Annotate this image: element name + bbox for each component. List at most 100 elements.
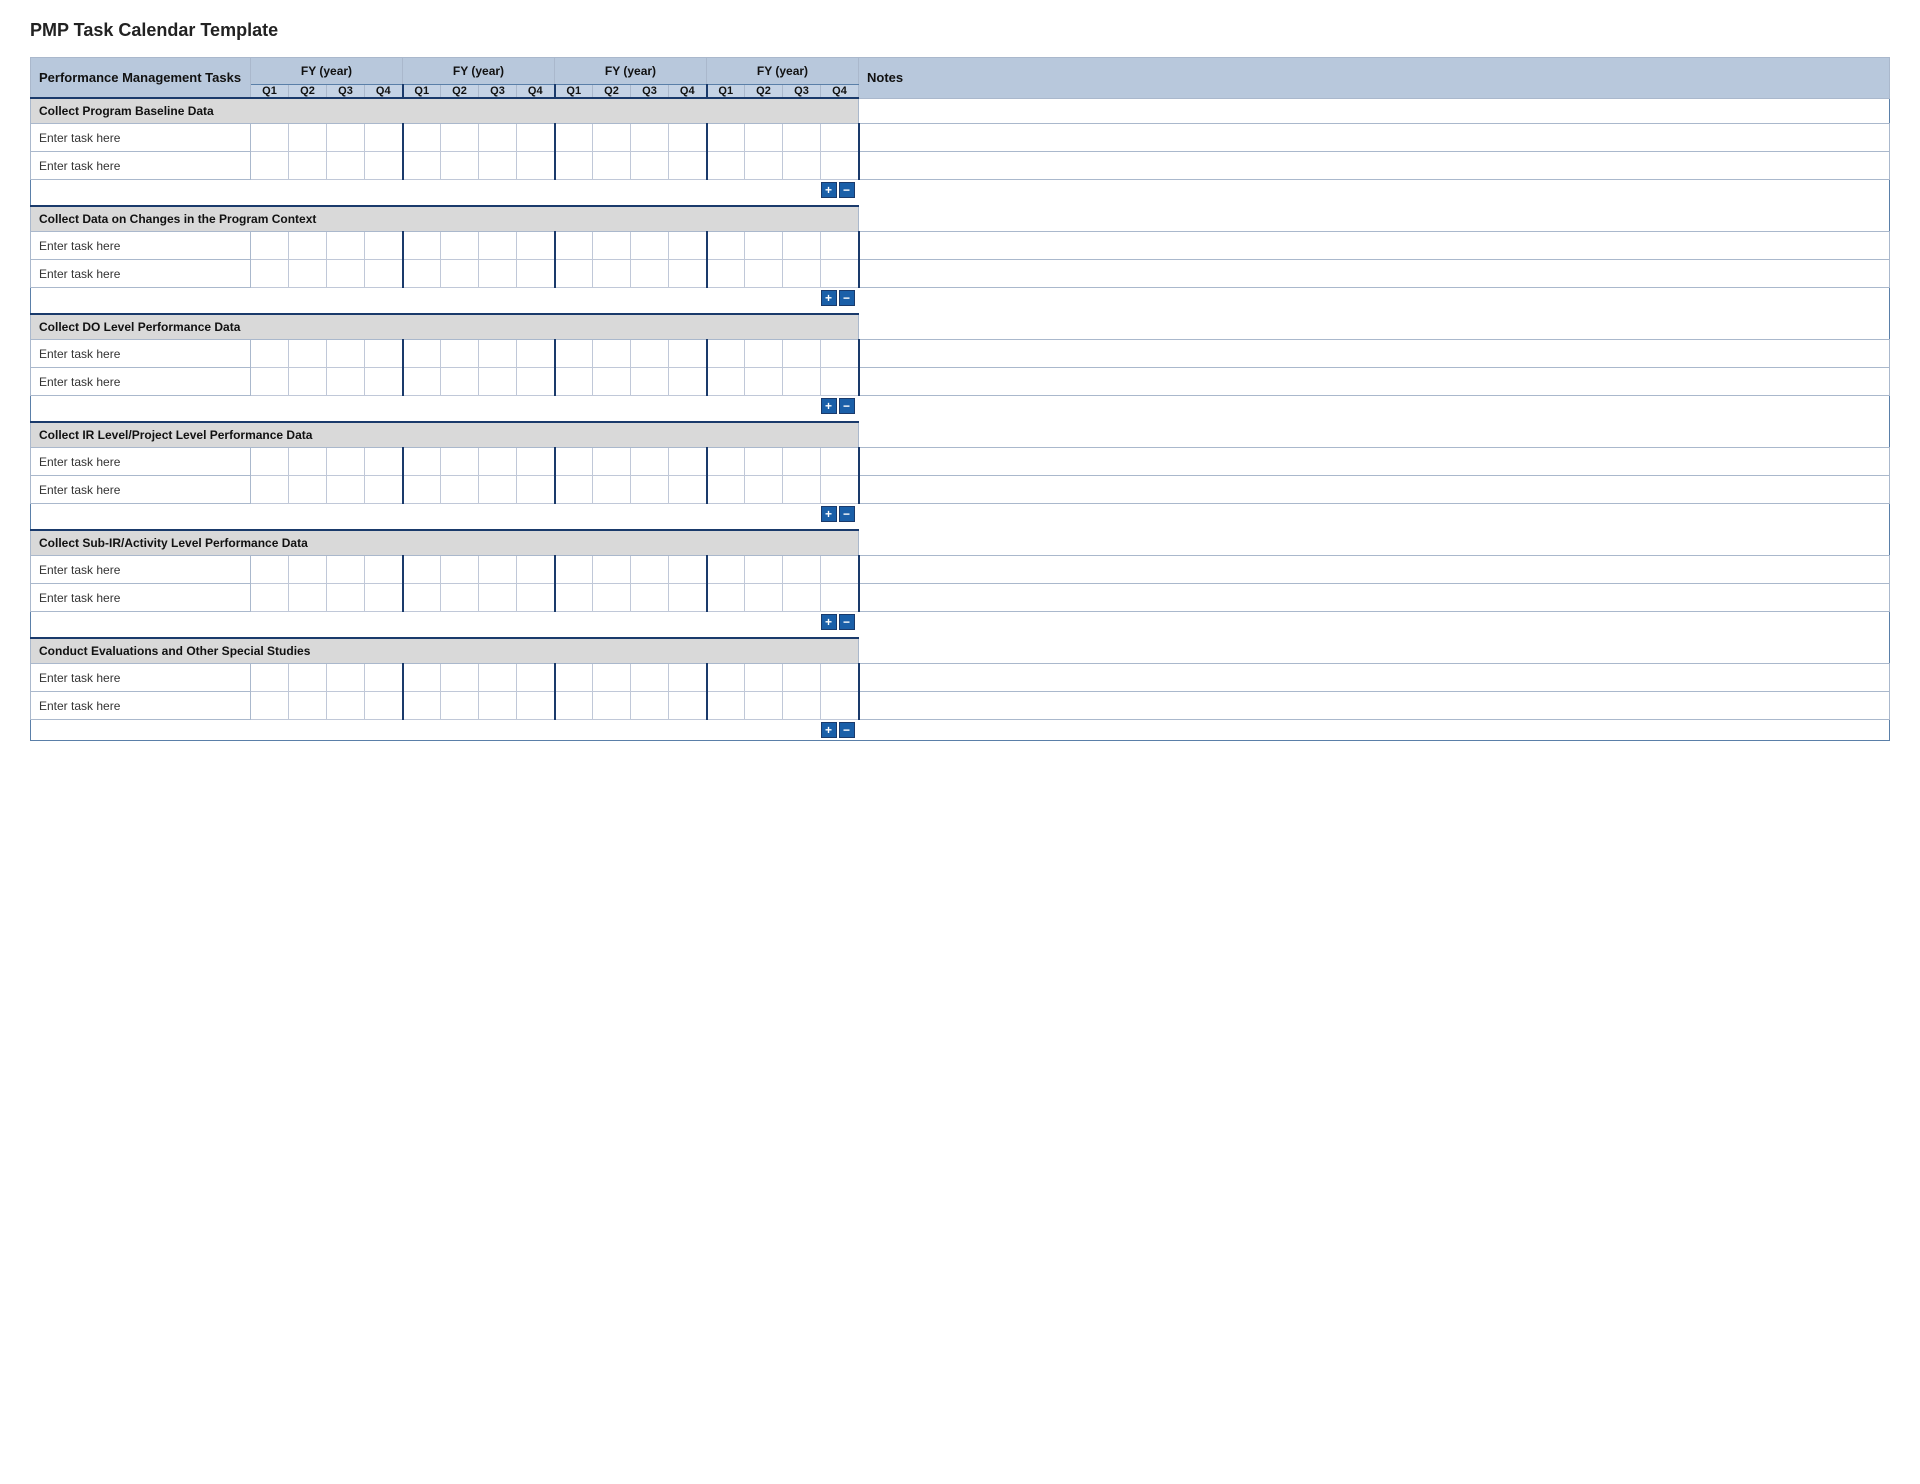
fy2-q2-cell[interactable] bbox=[441, 556, 479, 584]
fy1-q3-cell[interactable] bbox=[327, 124, 365, 152]
fy4-q1-cell[interactable] bbox=[707, 692, 745, 720]
fy2-q1-cell[interactable] bbox=[403, 556, 441, 584]
fy3-q1-cell[interactable] bbox=[555, 664, 593, 692]
task-label[interactable]: Enter task here bbox=[31, 368, 251, 396]
notes-cell[interactable] bbox=[859, 692, 1890, 720]
fy1-q3-cell[interactable] bbox=[327, 340, 365, 368]
fy3-q3-cell[interactable] bbox=[631, 368, 669, 396]
fy2-q4-cell[interactable] bbox=[517, 124, 555, 152]
fy1-q3-cell[interactable] bbox=[327, 260, 365, 288]
fy3-q3-cell[interactable] bbox=[631, 124, 669, 152]
fy4-q2-cell[interactable] bbox=[745, 448, 783, 476]
fy2-q3-cell[interactable] bbox=[479, 692, 517, 720]
fy3-q4-cell[interactable] bbox=[669, 476, 707, 504]
fy4-q3-cell[interactable] bbox=[783, 124, 821, 152]
fy4-q2-cell[interactable] bbox=[745, 260, 783, 288]
fy2-q3-cell[interactable] bbox=[479, 232, 517, 260]
fy4-q4-cell[interactable] bbox=[821, 556, 859, 584]
fy1-q1-cell[interactable] bbox=[251, 584, 289, 612]
fy2-q1-cell[interactable] bbox=[403, 664, 441, 692]
notes-cell[interactable] bbox=[859, 124, 1890, 152]
fy4-q2-cell[interactable] bbox=[745, 152, 783, 180]
fy1-q3-cell[interactable] bbox=[327, 584, 365, 612]
fy4-q2-cell[interactable] bbox=[745, 692, 783, 720]
fy3-q4-cell[interactable] bbox=[669, 368, 707, 396]
fy4-q1-cell[interactable] bbox=[707, 584, 745, 612]
fy4-q1-cell[interactable] bbox=[707, 556, 745, 584]
notes-cell[interactable] bbox=[859, 584, 1890, 612]
fy3-q1-cell[interactable] bbox=[555, 476, 593, 504]
fy2-q1-cell[interactable] bbox=[403, 340, 441, 368]
fy1-q4-cell[interactable] bbox=[365, 124, 403, 152]
fy3-q1-cell[interactable] bbox=[555, 340, 593, 368]
fy3-q3-cell[interactable] bbox=[631, 260, 669, 288]
fy4-q4-cell[interactable] bbox=[821, 476, 859, 504]
fy1-q4-cell[interactable] bbox=[365, 448, 403, 476]
fy3-q4-cell[interactable] bbox=[669, 584, 707, 612]
fy4-q2-cell[interactable] bbox=[745, 476, 783, 504]
fy1-q1-cell[interactable] bbox=[251, 232, 289, 260]
fy2-q3-cell[interactable] bbox=[479, 124, 517, 152]
fy3-q1-cell[interactable] bbox=[555, 232, 593, 260]
fy2-q1-cell[interactable] bbox=[403, 368, 441, 396]
fy1-q3-cell[interactable] bbox=[327, 152, 365, 180]
fy2-q2-cell[interactable] bbox=[441, 124, 479, 152]
fy1-q2-cell[interactable] bbox=[289, 584, 327, 612]
fy1-q3-cell[interactable] bbox=[327, 476, 365, 504]
task-label[interactable]: Enter task here bbox=[31, 476, 251, 504]
fy2-q3-cell[interactable] bbox=[479, 476, 517, 504]
fy3-q1-cell[interactable] bbox=[555, 260, 593, 288]
fy3-q2-cell[interactable] bbox=[593, 260, 631, 288]
fy2-q4-cell[interactable] bbox=[517, 692, 555, 720]
fy2-q3-cell[interactable] bbox=[479, 584, 517, 612]
fy1-q1-cell[interactable] bbox=[251, 476, 289, 504]
fy1-q4-cell[interactable] bbox=[365, 260, 403, 288]
task-label[interactable]: Enter task here bbox=[31, 556, 251, 584]
remove-row-button[interactable]: − bbox=[839, 614, 855, 630]
fy2-q3-cell[interactable] bbox=[479, 664, 517, 692]
add-row-button[interactable]: + bbox=[821, 614, 837, 630]
fy4-q2-cell[interactable] bbox=[745, 340, 783, 368]
fy4-q1-cell[interactable] bbox=[707, 476, 745, 504]
fy1-q1-cell[interactable] bbox=[251, 448, 289, 476]
fy4-q4-cell[interactable] bbox=[821, 584, 859, 612]
fy3-q1-cell[interactable] bbox=[555, 124, 593, 152]
fy3-q4-cell[interactable] bbox=[669, 232, 707, 260]
fy4-q1-cell[interactable] bbox=[707, 124, 745, 152]
fy2-q2-cell[interactable] bbox=[441, 232, 479, 260]
fy4-q1-cell[interactable] bbox=[707, 232, 745, 260]
fy2-q4-cell[interactable] bbox=[517, 584, 555, 612]
fy3-q3-cell[interactable] bbox=[631, 476, 669, 504]
remove-row-button[interactable]: − bbox=[839, 290, 855, 306]
fy3-q4-cell[interactable] bbox=[669, 448, 707, 476]
fy2-q2-cell[interactable] bbox=[441, 664, 479, 692]
fy1-q2-cell[interactable] bbox=[289, 260, 327, 288]
fy1-q4-cell[interactable] bbox=[365, 232, 403, 260]
fy4-q4-cell[interactable] bbox=[821, 664, 859, 692]
fy3-q1-cell[interactable] bbox=[555, 584, 593, 612]
remove-row-button[interactable]: − bbox=[839, 398, 855, 414]
fy3-q4-cell[interactable] bbox=[669, 556, 707, 584]
notes-cell[interactable] bbox=[859, 664, 1890, 692]
fy3-q2-cell[interactable] bbox=[593, 232, 631, 260]
fy3-q2-cell[interactable] bbox=[593, 556, 631, 584]
fy3-q1-cell[interactable] bbox=[555, 556, 593, 584]
fy1-q2-cell[interactable] bbox=[289, 232, 327, 260]
fy1-q4-cell[interactable] bbox=[365, 556, 403, 584]
fy1-q4-cell[interactable] bbox=[365, 368, 403, 396]
fy1-q4-cell[interactable] bbox=[365, 152, 403, 180]
fy4-q2-cell[interactable] bbox=[745, 368, 783, 396]
fy2-q1-cell[interactable] bbox=[403, 584, 441, 612]
fy2-q2-cell[interactable] bbox=[441, 152, 479, 180]
remove-row-button[interactable]: − bbox=[839, 182, 855, 198]
task-label[interactable]: Enter task here bbox=[31, 584, 251, 612]
fy4-q2-cell[interactable] bbox=[745, 584, 783, 612]
add-row-button[interactable]: + bbox=[821, 506, 837, 522]
fy1-q3-cell[interactable] bbox=[327, 664, 365, 692]
fy1-q1-cell[interactable] bbox=[251, 152, 289, 180]
fy3-q4-cell[interactable] bbox=[669, 340, 707, 368]
fy1-q3-cell[interactable] bbox=[327, 232, 365, 260]
fy4-q3-cell[interactable] bbox=[783, 556, 821, 584]
task-label[interactable]: Enter task here bbox=[31, 692, 251, 720]
fy4-q4-cell[interactable] bbox=[821, 152, 859, 180]
